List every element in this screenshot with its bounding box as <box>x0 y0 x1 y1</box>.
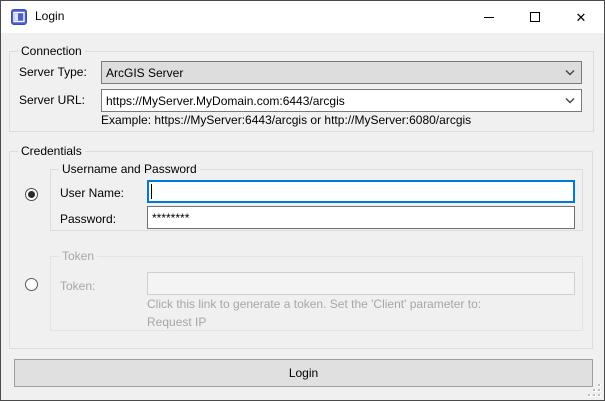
window-title: Login <box>35 9 64 23</box>
token-help-text: Click this link to generate a token. Set… <box>147 297 481 311</box>
resize-grip[interactable] <box>588 384 601 397</box>
server-type-dropdown[interactable]: ArcGIS Server <box>101 61 582 84</box>
token-radio[interactable] <box>25 278 38 291</box>
username-password-radio[interactable] <box>25 188 38 201</box>
token-input <box>147 272 575 295</box>
username-input[interactable] <box>147 180 575 203</box>
username-label: User Name: <box>60 186 124 200</box>
server-url-example-text: Example: https://MyServer:6443/arcgis or… <box>101 113 471 127</box>
title-bar[interactable]: Login ✕ <box>1 1 604 33</box>
close-button[interactable]: ✕ <box>558 1 604 33</box>
login-dialog: { "window": { "title": "Login" }, "icons… <box>0 0 605 401</box>
server-type-value: ArcGIS Server <box>106 66 183 80</box>
app-window-icon <box>11 9 27 25</box>
server-url-combobox[interactable]: https://MyServer.MyDomain.com:6443/arcgi… <box>101 89 582 112</box>
connection-group-label: Connection <box>18 44 85 58</box>
chevron-down-icon <box>565 69 575 77</box>
minimize-button[interactable] <box>466 1 512 33</box>
password-label: Password: <box>60 212 116 226</box>
maximize-button[interactable] <box>512 1 558 33</box>
login-button-label: Login <box>289 366 318 380</box>
credentials-group-label: Credentials <box>18 144 85 158</box>
server-type-label: Server Type: <box>19 65 87 79</box>
maximize-icon <box>530 12 540 22</box>
close-icon: ✕ <box>576 11 587 24</box>
login-button[interactable]: Login <box>14 359 593 387</box>
password-input[interactable] <box>147 206 575 229</box>
request-ip-link[interactable]: Request IP <box>147 315 206 329</box>
server-url-label: Server URL: <box>19 93 85 107</box>
radio-selected-dot <box>28 191 35 198</box>
chevron-down-icon <box>565 97 575 105</box>
server-url-value: https://MyServer.MyDomain.com:6443/arcgi… <box>106 94 345 108</box>
token-group-label: Token <box>59 249 97 263</box>
text-caret <box>151 184 152 199</box>
token-label: Token: <box>60 279 95 293</box>
username-password-group-label: Username and Password <box>59 162 200 176</box>
minimize-icon <box>484 17 494 18</box>
